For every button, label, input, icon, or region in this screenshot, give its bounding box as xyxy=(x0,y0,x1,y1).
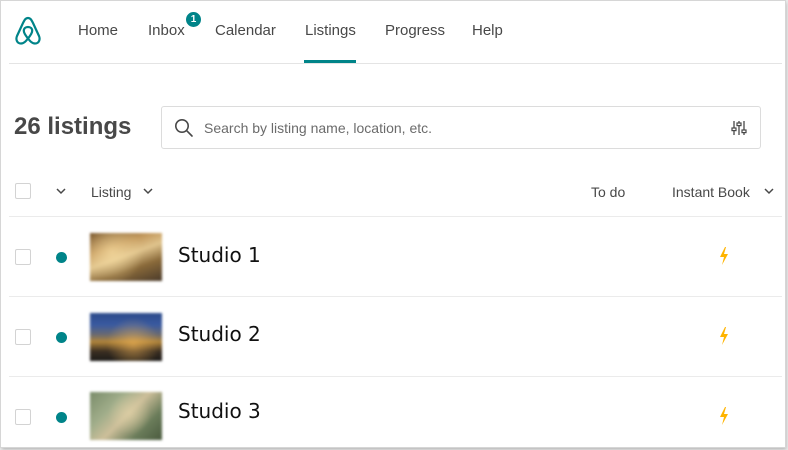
column-header-instant-book[interactable]: Instant Book xyxy=(672,183,750,201)
chevron-down-icon[interactable] xyxy=(142,187,154,196)
nav-progress[interactable]: Progress xyxy=(385,21,445,41)
nav-divider xyxy=(9,63,782,64)
nav-listings[interactable]: Listings xyxy=(305,21,356,41)
listing-name[interactable]: Studio 1 xyxy=(178,243,261,267)
status-dot xyxy=(56,252,67,263)
app-window: Home Inbox 1 Calendar Listings Progress … xyxy=(1,1,785,447)
row-divider xyxy=(9,376,782,377)
chevron-down-icon[interactable] xyxy=(55,186,67,196)
page-title: 26 listings xyxy=(14,113,132,140)
status-dot xyxy=(56,412,67,423)
lightning-bolt-icon xyxy=(720,247,728,265)
nav-home[interactable]: Home xyxy=(78,21,118,41)
listing-thumbnail[interactable] xyxy=(90,233,162,281)
search-icon xyxy=(175,119,193,137)
select-all-checkbox[interactable] xyxy=(15,183,31,199)
row-divider xyxy=(9,216,782,217)
chevron-down-icon[interactable] xyxy=(763,187,775,196)
row-checkbox[interactable] xyxy=(15,249,31,265)
column-header-todo: To do xyxy=(591,184,626,200)
nav-help[interactable]: Help xyxy=(472,21,503,41)
airbnb-logo-icon[interactable] xyxy=(13,15,43,47)
lightning-bolt-icon xyxy=(720,327,728,345)
search-box[interactable] xyxy=(161,106,761,149)
nav-calendar[interactable]: Calendar xyxy=(215,21,276,41)
row-checkbox[interactable] xyxy=(15,409,31,425)
lightning-bolt-icon xyxy=(720,407,728,425)
nav-inbox[interactable]: Inbox xyxy=(148,21,185,41)
inbox-badge: 1 xyxy=(185,11,202,28)
listing-name[interactable]: Studio 3 xyxy=(178,399,261,423)
row-divider xyxy=(9,296,782,297)
listing-thumbnail[interactable] xyxy=(90,313,162,361)
search-input[interactable] xyxy=(204,118,704,138)
status-dot xyxy=(56,332,67,343)
listing-thumbnail[interactable] xyxy=(90,392,162,440)
filter-sliders-icon[interactable] xyxy=(730,119,748,137)
row-checkbox[interactable] xyxy=(15,329,31,345)
column-header-listing[interactable]: Listing xyxy=(91,183,131,201)
listing-name[interactable]: Studio 2 xyxy=(178,322,261,346)
